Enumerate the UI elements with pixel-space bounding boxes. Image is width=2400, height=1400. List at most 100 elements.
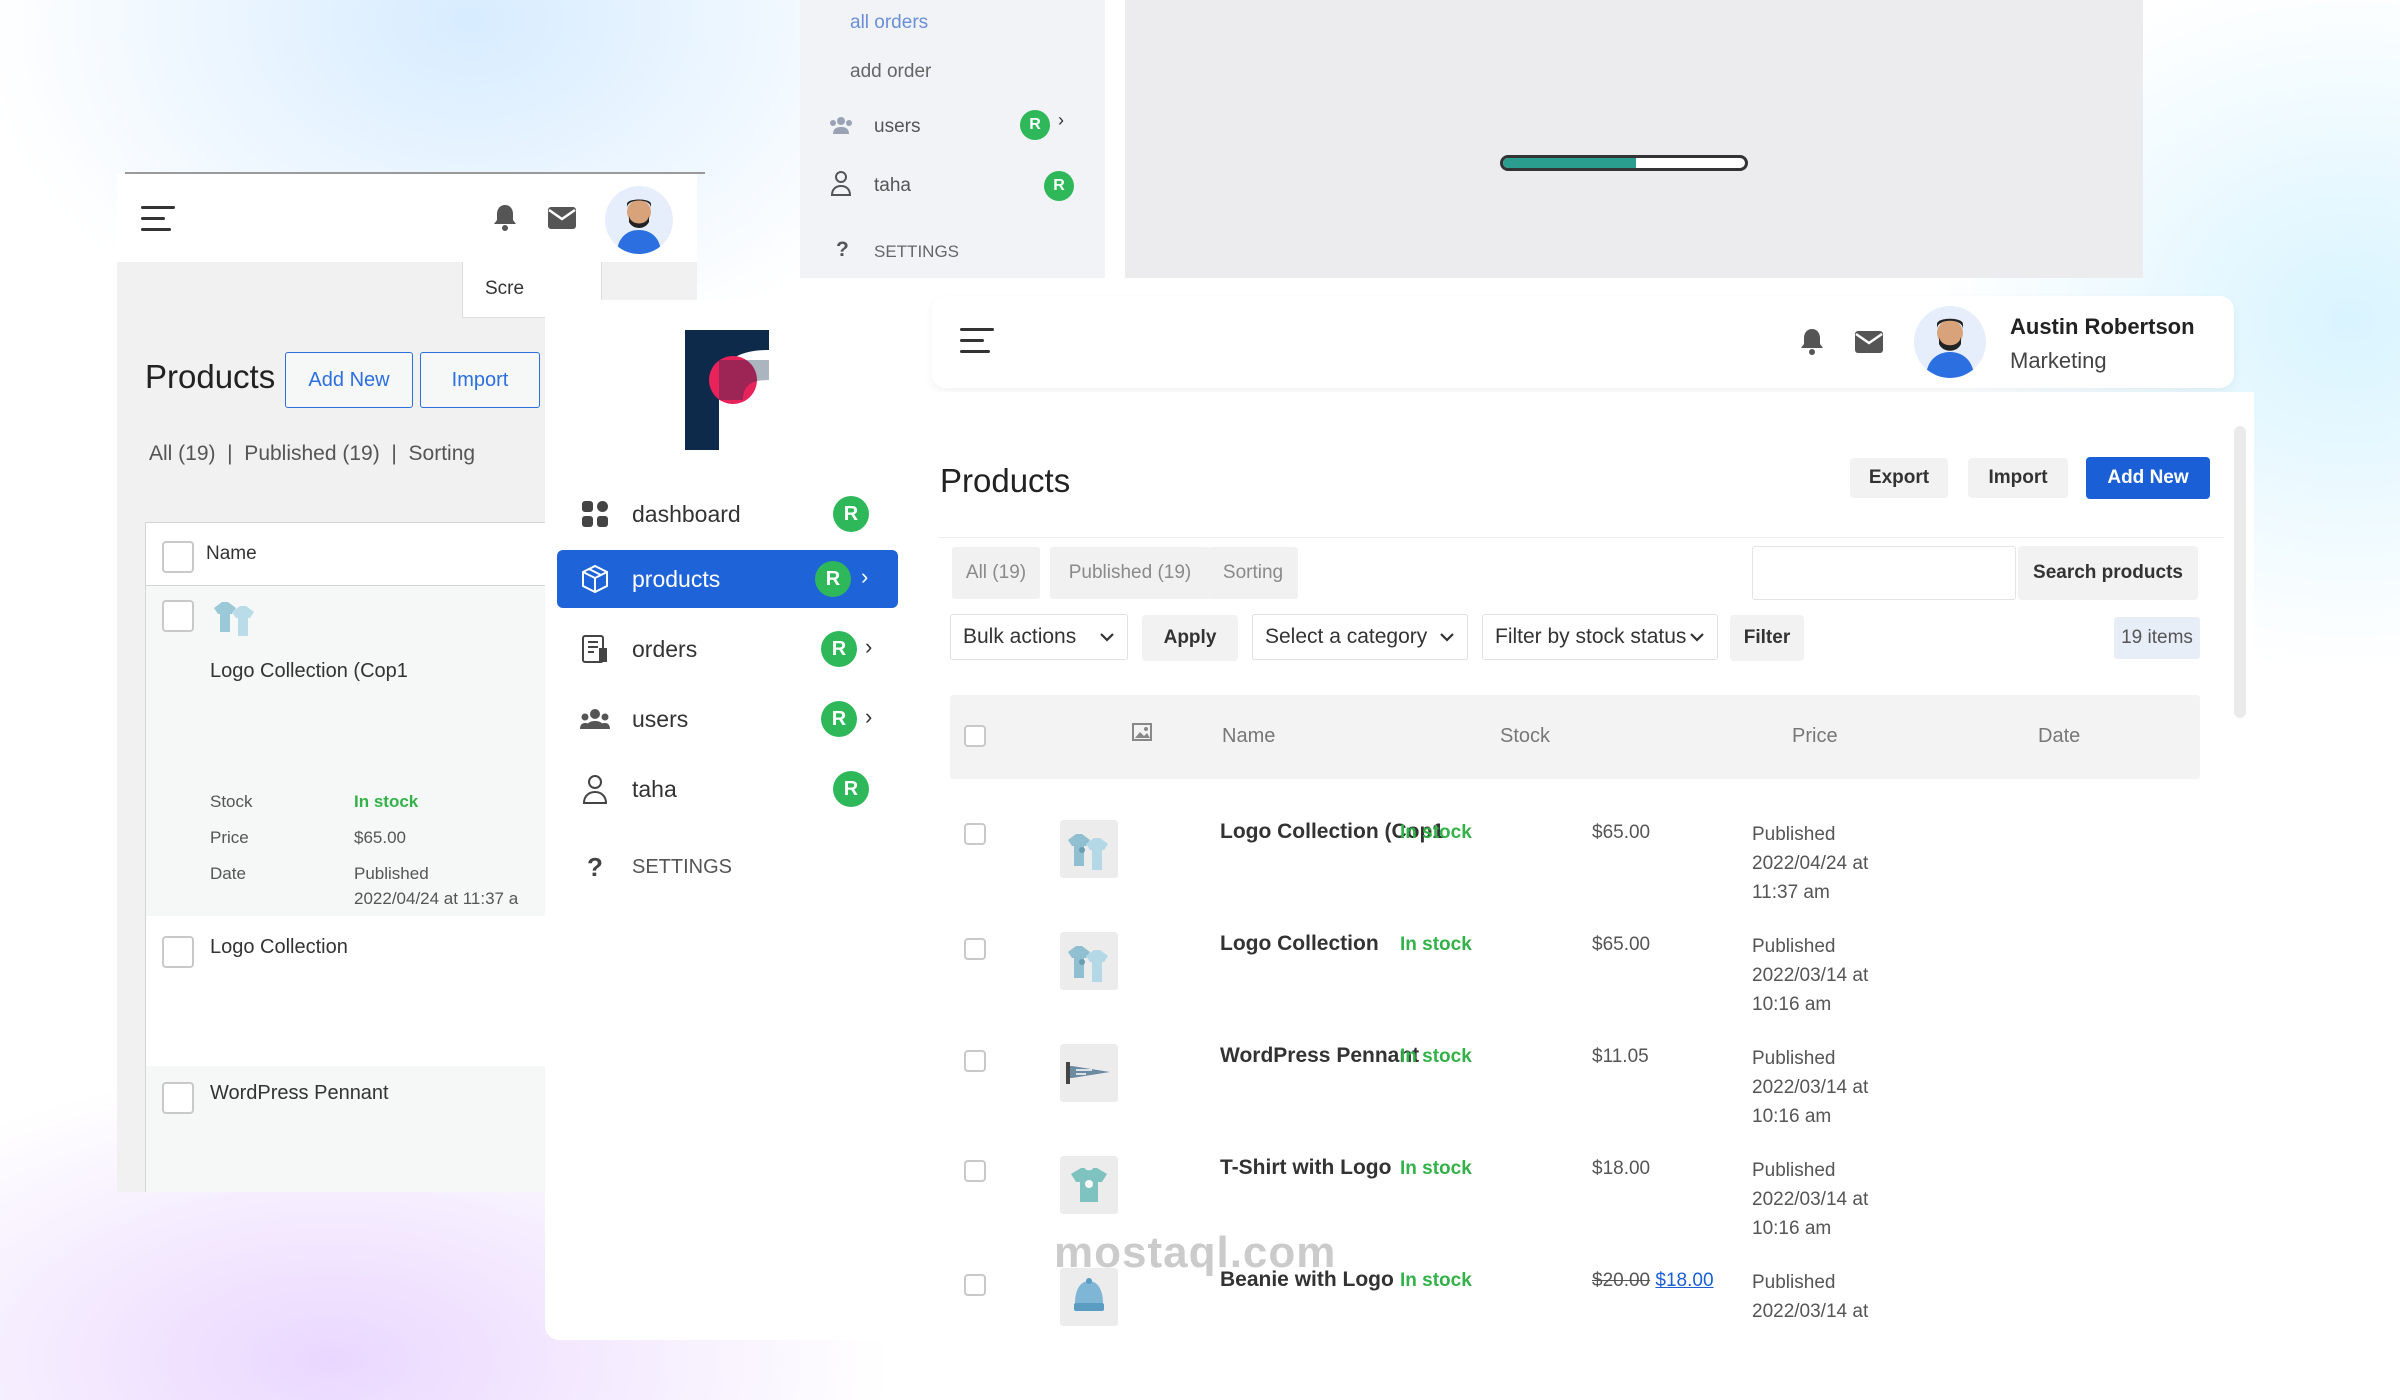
watermark: mostaql.com bbox=[1054, 1228, 1337, 1277]
sidebar-item-orders[interactable]: orders R › bbox=[557, 620, 898, 678]
mail-icon[interactable] bbox=[547, 206, 577, 230]
row-checkbox[interactable] bbox=[162, 936, 194, 968]
product-name[interactable]: Logo Collection bbox=[1220, 932, 1379, 956]
product-thumb bbox=[1060, 820, 1118, 878]
col-date[interactable]: Date bbox=[2038, 725, 2080, 748]
divider bbox=[938, 537, 2224, 538]
bg-nav-taha[interactable]: taha bbox=[874, 175, 911, 197]
product-thumb bbox=[1060, 1156, 1118, 1214]
product-thumb bbox=[1060, 932, 1118, 990]
tab-all[interactable]: All (19) bbox=[952, 547, 1040, 599]
chevron-down-icon bbox=[1439, 627, 1455, 653]
bg-name-col: Name bbox=[206, 543, 257, 564]
sidebar-item-products[interactable]: products R › bbox=[557, 550, 898, 608]
chevron-right-icon: › bbox=[1058, 110, 1064, 130]
bg-nav-users[interactable]: users bbox=[874, 116, 920, 138]
screen-options-label: Scre bbox=[485, 278, 525, 299]
user-name: Austin Robertson bbox=[2010, 314, 2195, 339]
bg-import-button[interactable]: Import bbox=[420, 352, 540, 408]
bg-taha-badge: R bbox=[1044, 171, 1074, 201]
bell-icon[interactable] bbox=[491, 202, 519, 232]
row-checkbox[interactable] bbox=[162, 600, 194, 632]
scrollbar[interactable] bbox=[2234, 426, 2246, 718]
col-name[interactable]: Name bbox=[1222, 725, 1275, 748]
table-row: Logo Collection (Cop1 In stock $65.00 Pu… bbox=[950, 820, 2180, 932]
date-time: 10:16 am bbox=[1752, 994, 1832, 1015]
sidebar-item-label: users bbox=[632, 705, 689, 732]
date-time: 10:16 am bbox=[1752, 1218, 1832, 1239]
items-count: 19 items bbox=[2114, 617, 2200, 659]
bg-stock-label: Stock bbox=[210, 792, 253, 811]
menu-icon[interactable] bbox=[141, 206, 175, 231]
date-status: Published bbox=[1752, 824, 1836, 845]
product-date: Published 2022/03/14 at bbox=[1752, 1268, 1952, 1326]
search-input[interactable] bbox=[1752, 546, 2016, 600]
bg-card-name[interactable]: Logo Collection (Cop1 bbox=[210, 660, 408, 683]
date-time: 11:37 am bbox=[1752, 882, 1830, 903]
col-price[interactable]: Price bbox=[1792, 725, 1838, 748]
row-checkbox[interactable] bbox=[964, 1160, 986, 1182]
sidebar-item-taha[interactable]: taha R bbox=[557, 760, 898, 818]
bg-row-name[interactable]: Logo Collection bbox=[210, 936, 348, 959]
sidebar-item-settings[interactable]: ? SETTINGS bbox=[557, 838, 898, 896]
bg-row-name[interactable]: WordPress Pennant bbox=[210, 1082, 389, 1105]
product-price: $65.00 bbox=[1592, 822, 1651, 843]
export-button[interactable]: Export bbox=[1850, 458, 1948, 498]
date-time: 10:16 am bbox=[1752, 1106, 1832, 1127]
stock-status: In stock bbox=[1400, 934, 1472, 955]
sidebar-item-label: taha bbox=[632, 775, 677, 802]
table-row: Logo Collection In stock $65.00 Publishe… bbox=[950, 932, 2180, 1044]
sidebar-item-label: dashboard bbox=[632, 500, 741, 527]
row-checkbox[interactable] bbox=[964, 938, 986, 960]
bg-sidebar: all orders add order users R › taha R ? … bbox=[800, 0, 1105, 278]
avatar[interactable] bbox=[605, 186, 673, 254]
import-button[interactable]: Import bbox=[1968, 458, 2068, 498]
sidebar-item-label: SETTINGS bbox=[632, 855, 733, 878]
bg-nav-all-orders[interactable]: all orders bbox=[850, 12, 928, 34]
dashboard-icon bbox=[579, 499, 611, 529]
avatar[interactable] bbox=[1914, 306, 1986, 378]
stock-status-value: Filter by stock status bbox=[1495, 625, 1687, 648]
bg-row: Logo Collection bbox=[145, 916, 595, 1066]
row-checkbox[interactable] bbox=[162, 1082, 194, 1114]
category-select[interactable]: Select a category bbox=[1252, 614, 1468, 660]
bg-nav-settings[interactable]: SETTINGS bbox=[874, 242, 959, 262]
tab-published[interactable]: Published (19) bbox=[1050, 547, 1210, 599]
bg-nav-add-order[interactable]: add order bbox=[850, 61, 931, 83]
bg-filter-links[interactable]: All (19) | Published (19) | Sorting bbox=[149, 442, 475, 466]
apply-button[interactable]: Apply bbox=[1142, 615, 1238, 661]
row-checkbox[interactable] bbox=[964, 1274, 986, 1296]
add-new-button[interactable]: Add New bbox=[2086, 457, 2210, 499]
date-status: Published bbox=[1752, 1048, 1836, 1069]
filter-button[interactable]: Filter bbox=[1730, 615, 1804, 661]
bg-date-label: Date bbox=[210, 864, 246, 883]
product-date: Published 2022/03/14 at 10:16 am bbox=[1752, 1156, 1952, 1243]
date-value: 2022/03/14 at bbox=[1752, 1077, 1869, 1098]
stock-status-select[interactable]: Filter by stock status bbox=[1482, 614, 1718, 660]
product-name[interactable]: T-Shirt with Logo bbox=[1220, 1156, 1391, 1180]
tab-sorting[interactable]: Sorting bbox=[1208, 547, 1298, 599]
row-checkbox[interactable] bbox=[964, 823, 986, 845]
date-status: Published bbox=[1752, 936, 1836, 957]
product-price: $11.05 bbox=[1592, 1046, 1649, 1067]
old-price: $20.00 bbox=[1592, 1270, 1651, 1291]
sidebar-item-users[interactable]: users R › bbox=[557, 690, 898, 748]
sidebar-item-label: orders bbox=[632, 635, 698, 662]
product-date: Published 2022/04/24 at 11:37 am bbox=[1752, 820, 1952, 907]
product-name[interactable]: WordPress Pennant bbox=[1220, 1044, 1419, 1068]
mail-icon[interactable] bbox=[1854, 330, 1884, 354]
bell-icon[interactable] bbox=[1798, 326, 1826, 356]
search-products-button[interactable]: Search products bbox=[2018, 546, 2198, 600]
badge: R bbox=[821, 631, 857, 667]
user-icon bbox=[830, 170, 852, 196]
select-all-checkbox[interactable] bbox=[162, 541, 194, 573]
chevron-down-icon bbox=[1099, 627, 1115, 653]
select-all-checkbox[interactable] bbox=[964, 725, 986, 747]
menu-icon[interactable] bbox=[960, 328, 994, 353]
table-header bbox=[950, 695, 2200, 779]
bg-add-new-button[interactable]: Add New bbox=[285, 352, 413, 408]
badge: R bbox=[815, 561, 851, 597]
sidebar-item-dashboard[interactable]: dashboard R bbox=[557, 485, 898, 543]
row-checkbox[interactable] bbox=[964, 1050, 986, 1072]
bulk-actions-select[interactable]: Bulk actions bbox=[950, 614, 1128, 660]
